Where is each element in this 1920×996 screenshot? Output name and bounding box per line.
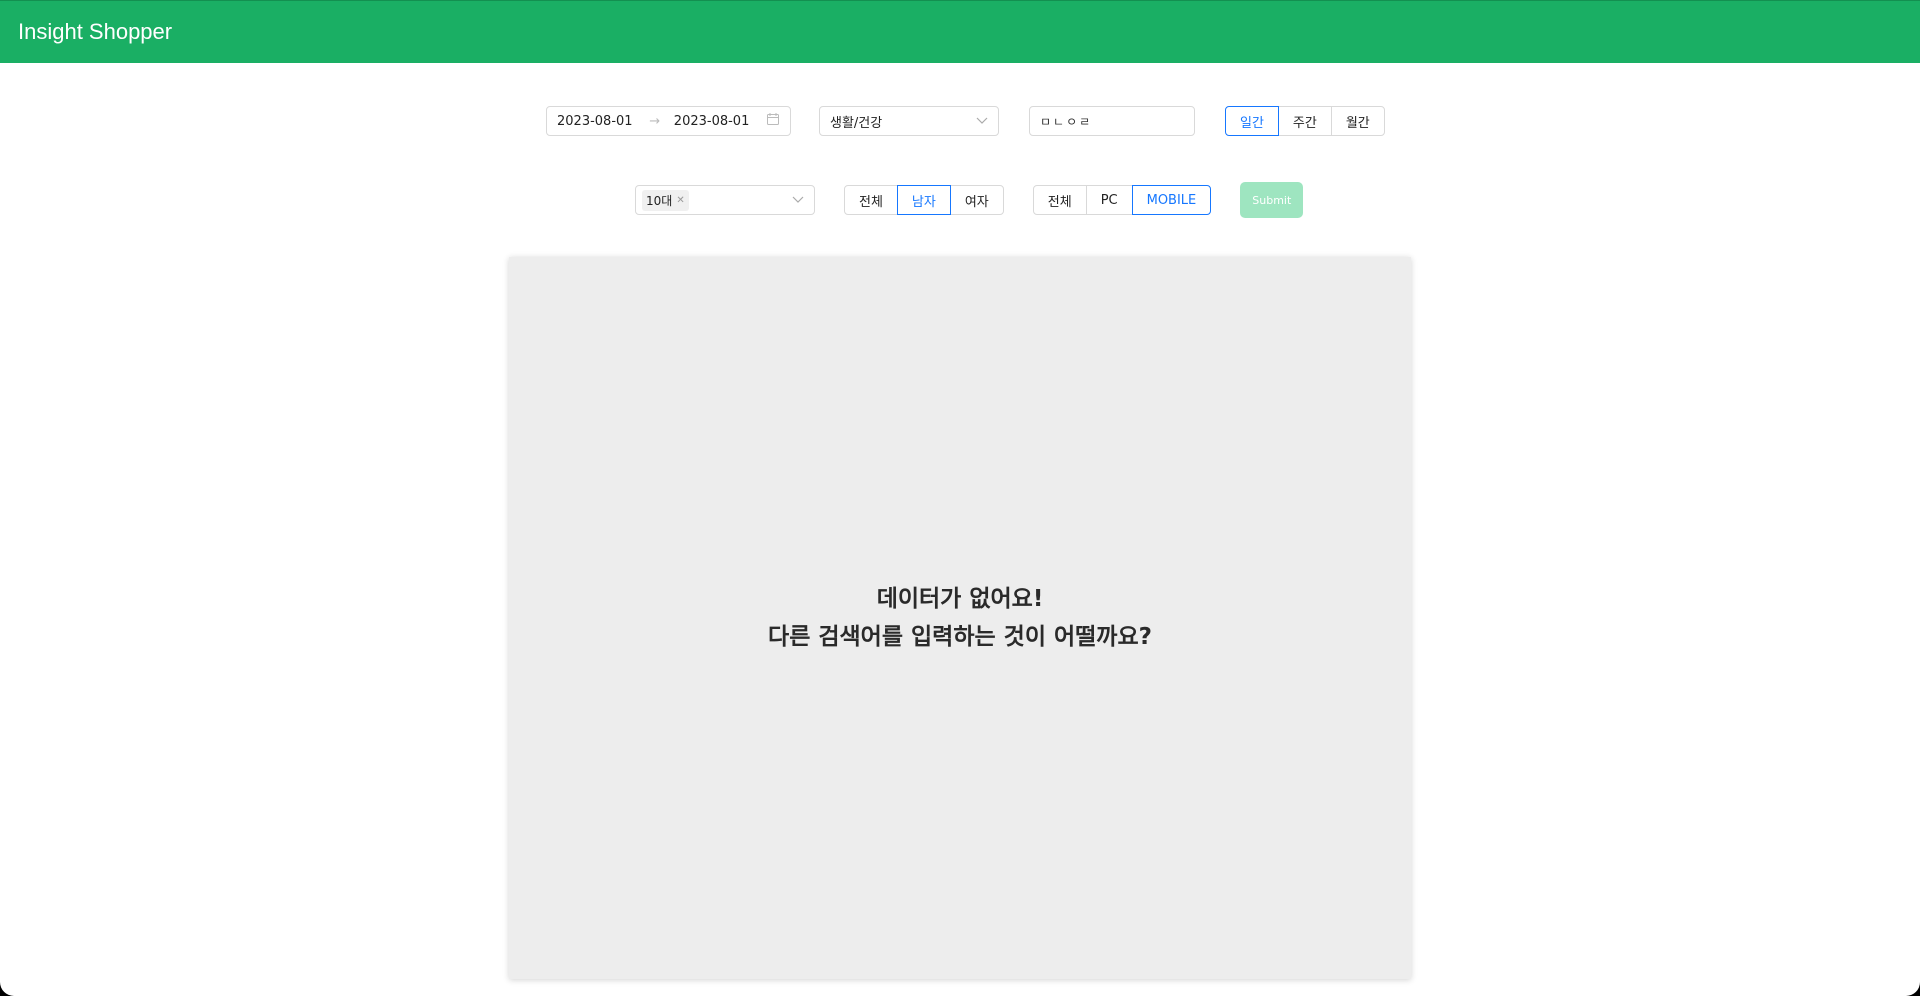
filter-row-2: 10대 ✕ 전체 남자 여자 전체 PC MOBILE Submit: [635, 182, 1304, 218]
start-date[interactable]: 2023-08-01: [557, 114, 649, 129]
gender-option-all[interactable]: 전체: [844, 185, 898, 215]
keyword-input[interactable]: ㅁㄴㅇㄹ: [1029, 106, 1195, 136]
gender-toggle: 전체 남자 여자: [844, 185, 1004, 215]
age-tag: 10대 ✕: [642, 189, 689, 211]
period-toggle: 일간 주간 월간: [1225, 106, 1385, 136]
empty-state-line-2: 다른 검색어를 입력하는 것이 어떨까요?: [768, 624, 1152, 650]
app-header: Insight Shopper: [0, 0, 1920, 63]
empty-state-message: 데이터가 없어요! 다른 검색어를 입력하는 것이 어떨까요?: [768, 580, 1152, 656]
age-tag-label: 10대: [646, 193, 673, 208]
app-title: Insight Shopper: [18, 19, 173, 44]
period-option-weekly[interactable]: 주간: [1277, 106, 1332, 136]
submit-button[interactable]: Submit: [1240, 182, 1304, 218]
category-select-value: 생활/건강: [830, 115, 883, 131]
date-range-picker[interactable]: 2023-08-01 → 2023-08-01: [546, 106, 791, 136]
period-option-daily[interactable]: 일간: [1225, 106, 1279, 136]
calendar-icon: [766, 112, 780, 130]
device-toggle: 전체 PC MOBILE: [1032, 185, 1212, 215]
device-option-mobile[interactable]: MOBILE: [1131, 185, 1212, 215]
chevron-down-icon: [976, 114, 988, 128]
tag-close-icon[interactable]: ✕: [676, 195, 684, 206]
gender-option-female[interactable]: 여자: [949, 185, 1004, 215]
filter-row-1: 2023-08-01 → 2023-08-01 생활/건강 ㅁㄴㅇㄹ 일간 주간…: [546, 106, 1385, 136]
results-panel: 데이터가 없어요! 다른 검색어를 입력하는 것이 어떨까요?: [509, 257, 1411, 979]
end-date[interactable]: 2023-08-01: [674, 114, 766, 129]
device-option-all[interactable]: 전체: [1032, 185, 1087, 215]
age-multi-select[interactable]: 10대 ✕: [635, 185, 815, 215]
empty-state-line-1: 데이터가 없어요!: [876, 586, 1044, 612]
app-window: Insight Shopper 2023-08-01 → 2023-08-01 …: [0, 0, 1920, 996]
device-option-pc[interactable]: PC: [1085, 185, 1133, 215]
range-arrow-icon: →: [649, 113, 661, 129]
period-option-monthly[interactable]: 월간: [1330, 106, 1385, 136]
category-select[interactable]: 생활/건강: [819, 106, 999, 136]
gender-option-male[interactable]: 남자: [896, 185, 951, 215]
chevron-down-icon: [792, 193, 804, 208]
